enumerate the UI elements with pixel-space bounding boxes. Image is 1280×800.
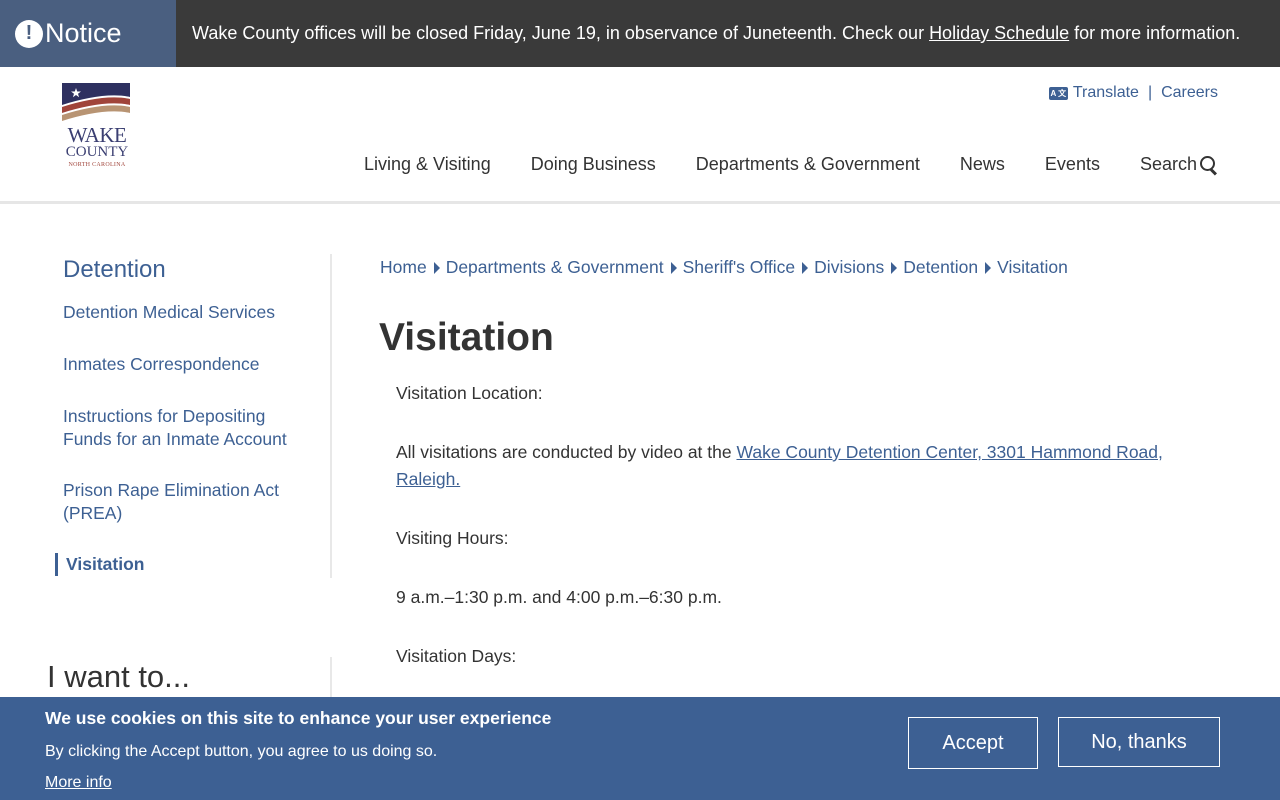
cookie-accept-button[interactable]: Accept xyxy=(908,717,1038,769)
translate-icon[interactable]: A 文 xyxy=(1048,86,1068,100)
wake-county-logo[interactable]: WAKE COUNTY NORTH CAROLINA xyxy=(61,83,133,173)
translate-link[interactable]: Translate xyxy=(1073,84,1139,102)
i-want-to-heading: I want to... xyxy=(47,659,191,694)
nav-doing-business[interactable]: Doing Business xyxy=(531,154,656,175)
logo-wake-text: WAKE xyxy=(67,123,127,147)
breadcrumb-home[interactable]: Home xyxy=(380,257,427,278)
sidebar-menu: Detention Detention Medical Services Inm… xyxy=(0,254,332,578)
notice-bar: ! Notice Wake County offices will be clo… xyxy=(0,0,1280,67)
breadcrumb-sheriffs-office[interactable]: Sheriff's Office xyxy=(683,257,796,278)
i-want-to-divider xyxy=(330,657,332,702)
notice-message: Wake County offices will be closed Frida… xyxy=(176,23,1240,44)
sidebar-item-inmates-correspondence[interactable]: Inmates Correspondence xyxy=(63,353,313,376)
cookie-description: By clicking the Accept button, you agree… xyxy=(45,743,438,760)
main-nav: Living & Visiting Doing Business Departm… xyxy=(324,154,1218,175)
breadcrumb-caret-icon xyxy=(891,261,898,274)
sidebar-title[interactable]: Detention xyxy=(63,256,166,284)
logo-state-text: NORTH CAROLINA xyxy=(68,162,126,168)
breadcrumb-caret-icon xyxy=(985,261,992,274)
notice-label-text: Notice xyxy=(45,18,122,48)
location-text: All visitations are conducted by video a… xyxy=(396,442,737,462)
utility-separator: | xyxy=(1147,84,1153,101)
careers-link[interactable]: Careers xyxy=(1161,84,1218,102)
days-heading: Visitation Days: xyxy=(396,646,517,666)
hours-text: 9 a.m.–1:30 p.m. and 4:00 p.m.–6:30 p.m. xyxy=(396,587,722,607)
nav-search-label: Search xyxy=(1139,154,1197,174)
location-paragraph: All visitations are conducted by video a… xyxy=(396,439,1196,493)
notice-label: ! Notice xyxy=(0,0,176,67)
sidebar-item-depositing-funds[interactable]: Instructions for Depositing Funds for an… xyxy=(63,405,313,451)
breadcrumb-caret-icon xyxy=(433,261,440,274)
cookie-banner: We use cookies on this site to enhance y… xyxy=(0,697,1280,800)
nav-departments-government[interactable]: Departments & Government xyxy=(696,154,920,175)
sidebar-item-detention-medical-services[interactable]: Detention Medical Services xyxy=(63,301,313,324)
page-title: Visitation xyxy=(379,316,554,359)
exclamation-icon: ! xyxy=(15,19,43,48)
logo-flag-icon xyxy=(62,83,130,123)
breadcrumb-detention[interactable]: Detention xyxy=(903,257,978,278)
sidebar-item-prea[interactable]: Prison Rape Elimination Act (PREA) xyxy=(63,479,313,525)
hours-heading: Visiting Hours: xyxy=(396,528,509,548)
site-header: WAKE COUNTY NORTH CAROLINA A 文 Translate… xyxy=(0,67,1280,204)
location-heading: Visitation Location: xyxy=(396,383,543,403)
nav-living-visiting[interactable]: Living & Visiting xyxy=(364,154,491,175)
holiday-schedule-link[interactable]: Holiday Schedule xyxy=(929,23,1069,43)
sidebar-item-visitation[interactable]: Visitation xyxy=(55,553,305,576)
notice-text-before: Wake County offices will be closed Frida… xyxy=(192,23,930,43)
cookie-title: We use cookies on this site to enhance y… xyxy=(45,708,552,728)
notice-text-after: for more information. xyxy=(1069,23,1241,43)
breadcrumb-divisions[interactable]: Divisions xyxy=(814,257,884,278)
nav-events[interactable]: Events xyxy=(1045,154,1100,175)
search-icon xyxy=(1200,155,1218,174)
utility-nav: A 文 Translate | Careers xyxy=(1048,84,1218,102)
breadcrumb-caret-icon xyxy=(802,261,809,274)
breadcrumb-caret-icon xyxy=(670,261,677,274)
breadcrumb-departments[interactable]: Departments & Government xyxy=(446,257,664,278)
breadcrumb-visitation[interactable]: Visitation xyxy=(997,257,1068,278)
cookie-more-info-link[interactable]: More info xyxy=(45,774,112,792)
breadcrumb: Home Departments & Government Sheriff's … xyxy=(380,257,1068,278)
nav-search-button[interactable]: Search xyxy=(1140,154,1218,175)
logo-county-text: COUNTY xyxy=(65,144,129,160)
cookie-decline-button[interactable]: No, thanks xyxy=(1058,717,1220,767)
nav-news[interactable]: News xyxy=(960,154,1005,175)
